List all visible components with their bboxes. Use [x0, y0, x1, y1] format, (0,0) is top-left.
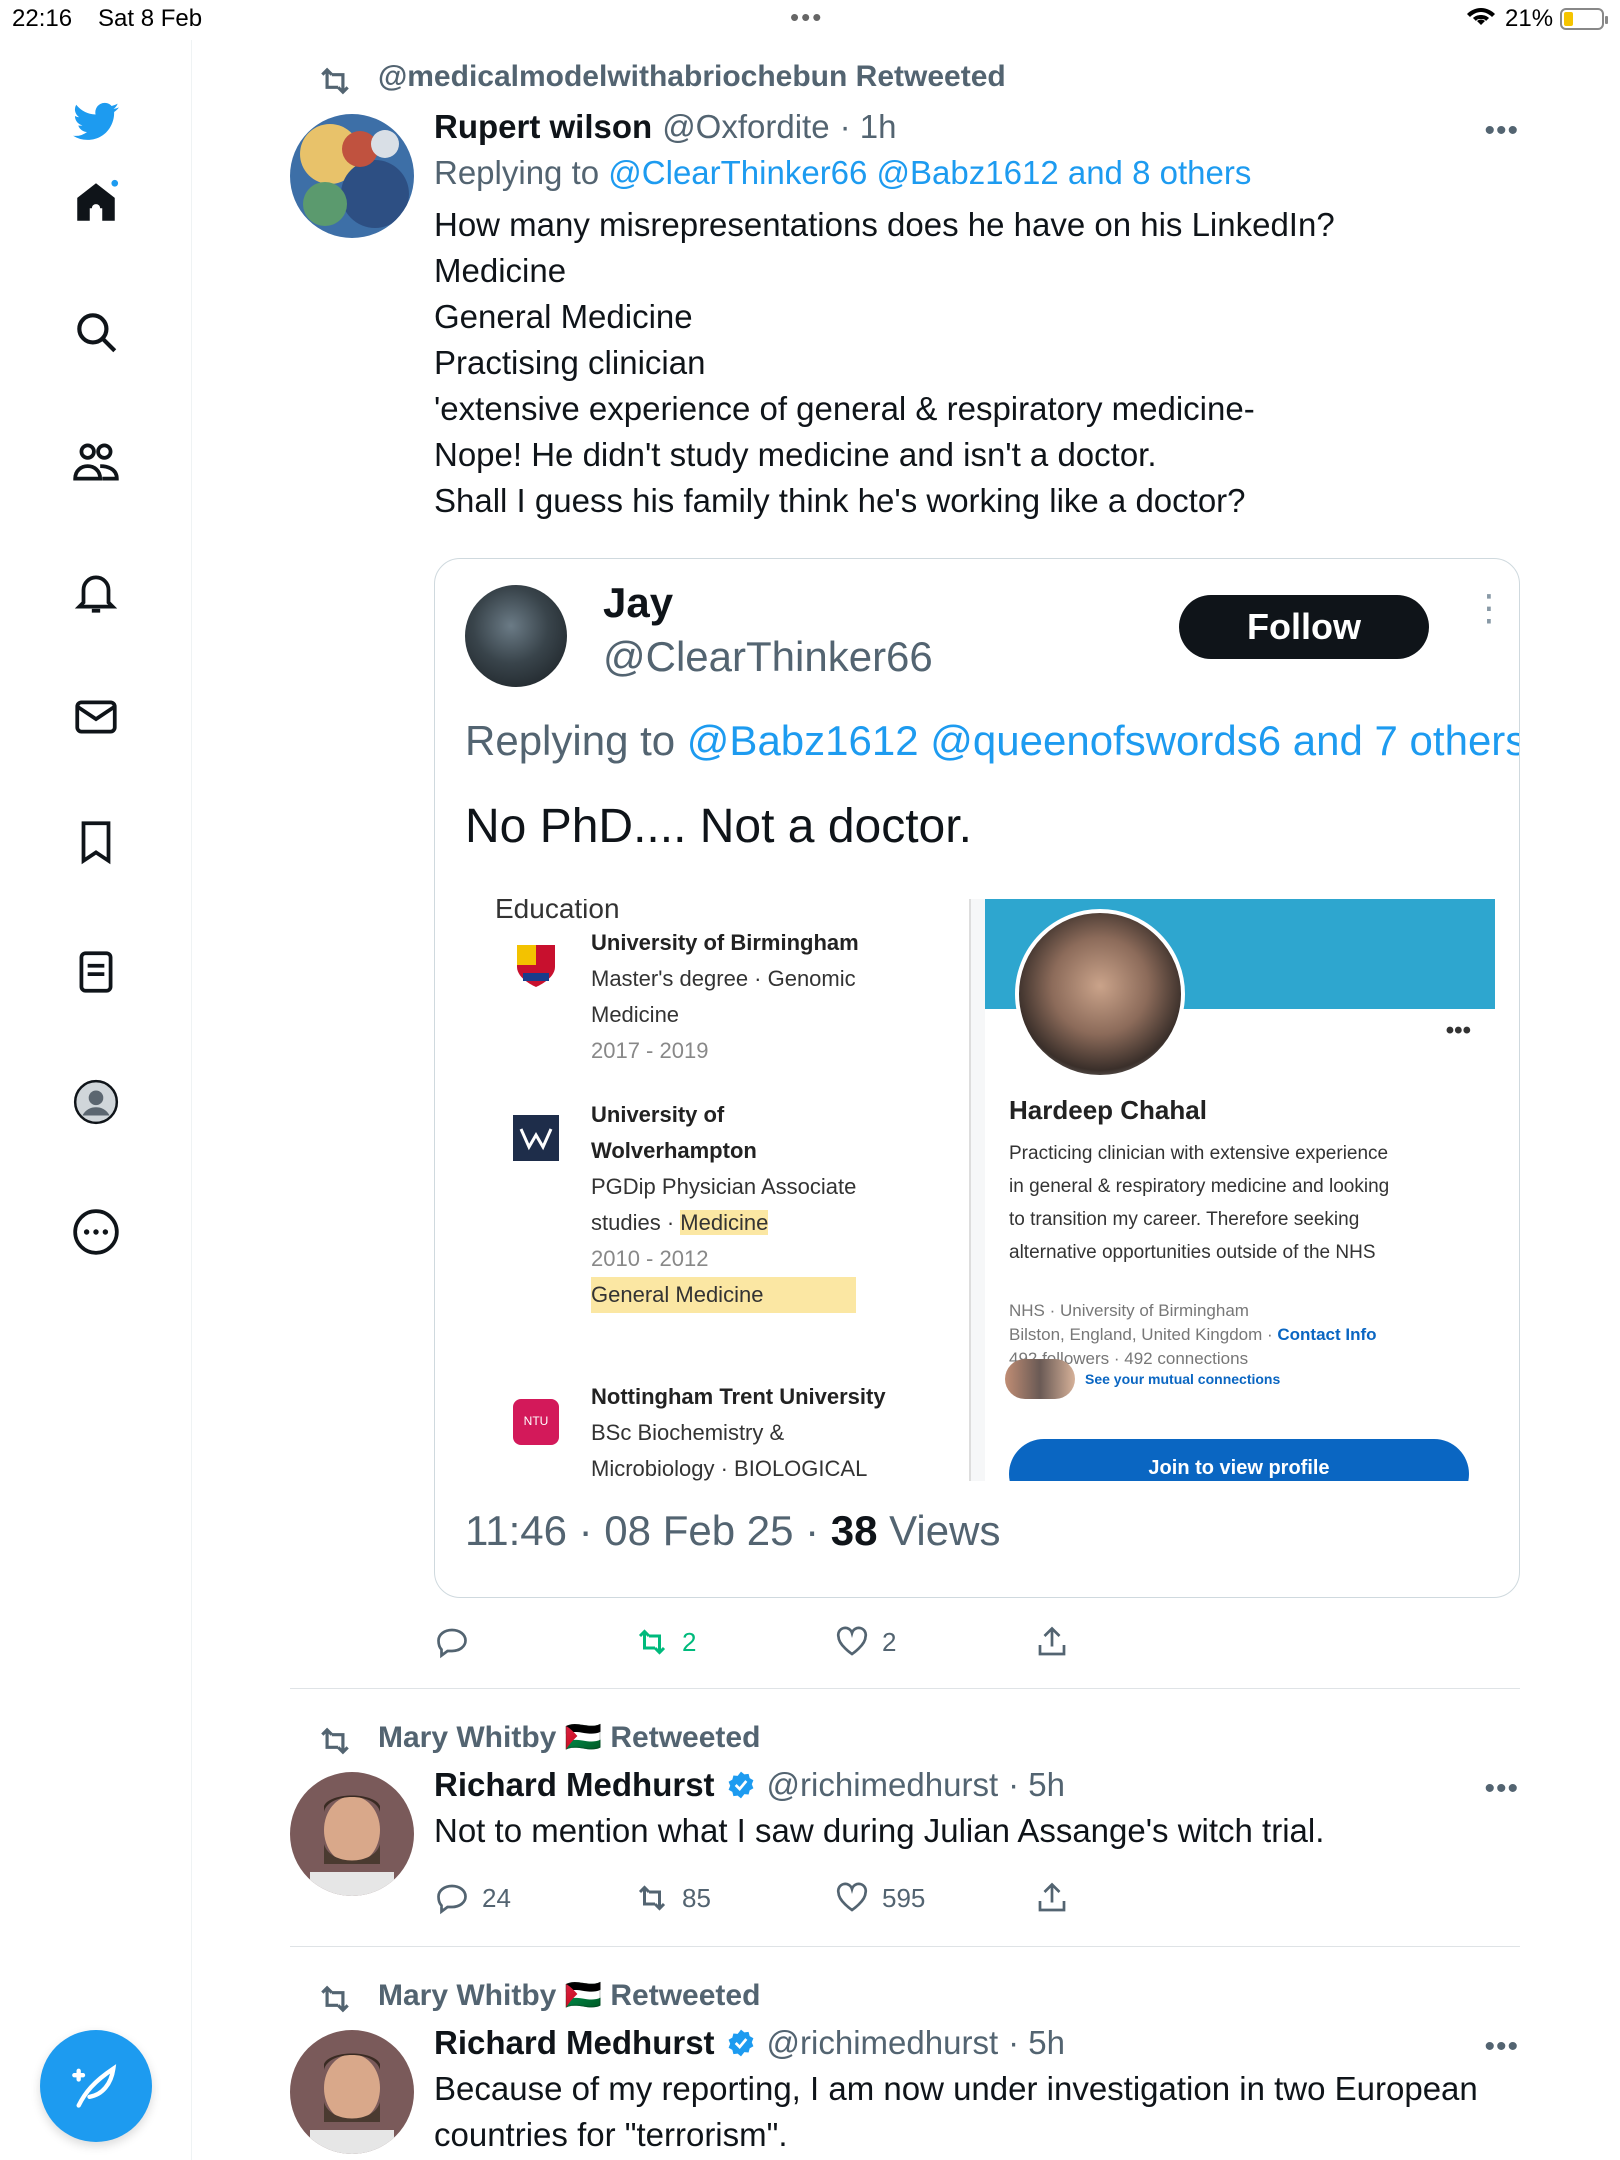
tweet-text: Not to mention what I saw during Julian …	[434, 1812, 1325, 1849]
avatar[interactable]	[290, 1772, 414, 1896]
share-button[interactable]	[1034, 1880, 1234, 1916]
follow-button: Follow	[1179, 595, 1429, 659]
more-options-icon[interactable]	[64, 1200, 128, 1264]
author-handle[interactable]: @richimedhurst	[767, 1766, 999, 1804]
heart-icon	[836, 1626, 868, 1656]
share-button[interactable]	[1034, 1624, 1234, 1660]
tweet-time[interactable]: · 5h	[1008, 2024, 1065, 2062]
status-bar: 22:16 Sat 8 Feb ••• 21%	[0, 0, 1620, 40]
like-button[interactable]: 2	[834, 1624, 1034, 1660]
retweet-icon	[321, 1985, 349, 2013]
sidebar	[0, 40, 192, 2160]
quoted-timestamp: 11:46 · 08 Feb 25 · 38 Views	[465, 1507, 1001, 1554]
author-name[interactable]: Richard Medhurst	[434, 2024, 715, 2062]
multitask-dots-icon[interactable]: •••	[790, 2, 823, 33]
reply-icon	[437, 1884, 467, 1915]
replying-to: Replying to @ClearThinker66 @Babz1612 an…	[434, 154, 1252, 191]
replying-to-link[interactable]: @ClearThinker66 @Babz1612 and 8 others	[608, 154, 1251, 191]
compose-feather-icon	[72, 2064, 117, 2108]
education-panel: Education University of Birmingham Maste…	[465, 899, 971, 1481]
birmingham-crest-icon	[517, 945, 555, 987]
wolverhampton-logo-icon	[513, 1115, 559, 1161]
more-icon[interactable]: •••	[1484, 1772, 1519, 1806]
bookmarks-icon[interactable]	[64, 810, 128, 874]
tweet-time[interactable]: · 1h	[840, 108, 897, 146]
home-icon[interactable]	[64, 170, 128, 234]
author-handle[interactable]: @Oxfordite	[662, 108, 829, 146]
communities-icon[interactable]	[64, 430, 128, 494]
twitter-logo-icon[interactable]	[64, 90, 128, 154]
more-icon[interactable]: •••	[1484, 114, 1519, 148]
avatar[interactable]	[290, 2030, 414, 2154]
tweet-time[interactable]: · 5h	[1008, 1766, 1065, 1804]
linkedin-profile-card: ••• Hardeep Chahal Practicing clinician …	[985, 899, 1495, 1481]
divider	[290, 1946, 1520, 1947]
retweet-icon	[638, 1885, 666, 1911]
retweeted-by: Mary Whitby 🇵🇸 Retweeted	[321, 1978, 760, 2013]
tweet-text: Because of my reporting, I am now under …	[434, 2070, 1478, 2153]
quoted-author-handle: @ClearThinker66	[603, 633, 933, 680]
divider	[290, 1688, 1520, 1689]
status-time: 22:16	[12, 5, 73, 32]
messages-icon[interactable]	[64, 685, 128, 749]
reply-button[interactable]	[434, 1624, 634, 1660]
author-name[interactable]: Richard Medhurst	[434, 1766, 715, 1804]
embedded-screenshot[interactable]: Jay @ClearThinker66 Follow ⋮ Replying to…	[434, 558, 1520, 1598]
battery-percent: 21%	[1505, 5, 1554, 32]
avatar[interactable]	[290, 114, 414, 238]
share-icon	[1038, 1626, 1066, 1656]
battery-icon	[1560, 8, 1608, 30]
status-date: Sat 8 Feb	[98, 5, 203, 32]
verified-badge-icon	[728, 2029, 753, 2057]
retweet-button[interactable]: 85	[634, 1880, 834, 1916]
profile-avatar-icon[interactable]	[64, 1070, 128, 1134]
notifications-bell-icon[interactable]	[64, 560, 128, 624]
reply-icon	[437, 1628, 467, 1659]
author-name[interactable]: Rupert wilson	[434, 108, 652, 146]
share-icon	[1038, 1882, 1066, 1912]
like-button[interactable]: 595	[834, 1880, 1034, 1916]
tweet-text: How many misrepresentations does he have…	[434, 206, 1335, 519]
ntu-logo-icon: NTU	[513, 1399, 559, 1445]
quoted-replying-to: Replying to @Babz1612 @queenofswords6 an…	[465, 717, 1520, 764]
quoted-text: No PhD.... Not a doctor.	[465, 800, 972, 853]
lists-icon[interactable]	[64, 940, 128, 1004]
profile-photo	[1015, 909, 1185, 1079]
kebab-menu-icon: ⋮	[1471, 587, 1507, 628]
retweet-icon	[321, 67, 349, 95]
retweeted-by: @medicalmodelwithabriochebun Retweeted	[321, 60, 1006, 95]
retweet-icon	[321, 1727, 349, 1755]
compose-tweet-button[interactable]	[40, 2030, 152, 2142]
wifi-icon	[1467, 8, 1495, 25]
retweeted-by: Mary Whitby 🇵🇸 Retweeted	[321, 1720, 760, 1755]
verified-badge-icon	[728, 1771, 753, 1799]
reply-button[interactable]: 24	[434, 1880, 634, 1916]
author-handle[interactable]: @richimedhurst	[767, 2024, 999, 2062]
heart-icon	[836, 1882, 868, 1912]
more-icon[interactable]: •••	[1484, 2030, 1519, 2064]
retweet-button[interactable]: 2	[634, 1624, 834, 1660]
search-icon[interactable]	[64, 300, 128, 364]
quoted-avatar	[465, 585, 567, 687]
linkedin-screenshot: Education University of Birmingham Maste…	[465, 899, 1495, 1481]
quoted-author-name: Jay	[603, 579, 674, 626]
retweet-icon	[638, 1629, 666, 1655]
